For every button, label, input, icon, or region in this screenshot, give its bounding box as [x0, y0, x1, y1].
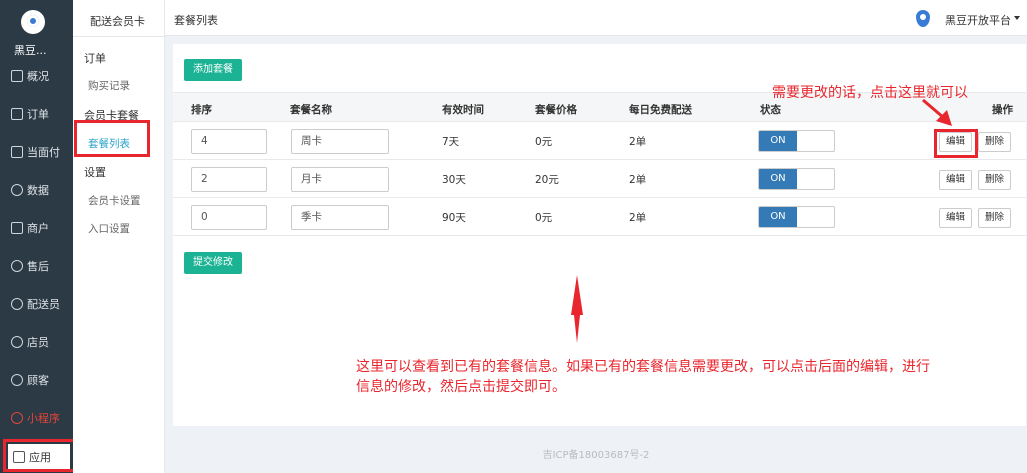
- duration-value: 7天: [442, 136, 460, 148]
- toggle-on-label: ON: [759, 131, 797, 151]
- duration-value: 90天: [442, 212, 466, 224]
- courier-icon: [11, 298, 23, 310]
- sidebar-item-after-sales[interactable]: 售后: [0, 253, 73, 279]
- platform-menu[interactable]: 黑豆开放平台: [945, 12, 1011, 28]
- main-sidebar: 黑豆... 概况 订单 当面付 数据 商户 售后 配送员 店员 顾客 小程序 应…: [0, 0, 73, 473]
- sidebar-item-face-pay[interactable]: 当面付: [0, 139, 73, 165]
- sidebar-item-merchants[interactable]: 商户: [0, 215, 73, 241]
- price-value: 0元: [535, 212, 553, 224]
- divider: [73, 36, 165, 37]
- sidebar-item-couriers[interactable]: 配送员: [0, 291, 73, 317]
- chart-icon: [11, 184, 23, 196]
- add-package-button[interactable]: 添加套餐: [184, 59, 242, 81]
- miniprogram-icon: [11, 412, 23, 424]
- highlight-box-edit: [934, 129, 978, 158]
- annotation-info-line1: 这里可以查看到已有的套餐信息。如果已有的套餐信息需要更改，可以点击后面的编辑，进…: [356, 359, 930, 375]
- customer-icon: [11, 374, 23, 386]
- arrow-spike: [571, 275, 583, 343]
- sort-input[interactable]: 0: [191, 205, 267, 230]
- sub-group-orders: 订单: [84, 52, 106, 65]
- arrow-to-edit-icon: [922, 98, 952, 126]
- brand-name: 黑豆...: [14, 44, 47, 57]
- delete-button[interactable]: 删除: [978, 170, 1012, 190]
- secondary-sidebar: 配送会员卡 订单 购买记录 会员卡套餐 套餐列表 设置 会员卡设置 入口设置: [73, 0, 165, 473]
- col-header-status: 状态: [760, 104, 781, 116]
- delete-button[interactable]: 删除: [978, 132, 1012, 152]
- package-name-input[interactable]: 季卡: [291, 205, 389, 230]
- arrow-up-to-table-icon: [571, 275, 583, 343]
- sort-input[interactable]: 2: [191, 167, 267, 192]
- app-logo-icon[interactable]: [21, 10, 45, 34]
- sidebar-item-clerks[interactable]: 店员: [0, 329, 73, 355]
- icp-footer: 吉ICP备18003687号-2: [542, 450, 650, 461]
- col-header-price: 套餐价格: [535, 104, 577, 116]
- sort-input[interactable]: 4: [191, 129, 267, 154]
- status-toggle[interactable]: ON: [758, 206, 835, 228]
- module-title: 配送会员卡: [90, 15, 145, 28]
- edit-button[interactable]: 编辑: [939, 170, 973, 190]
- face-pay-icon: [11, 146, 23, 158]
- status-toggle[interactable]: ON: [758, 168, 835, 190]
- price-value: 20元: [535, 174, 559, 186]
- toggle-on-label: ON: [759, 169, 797, 189]
- toggle-on-label: ON: [759, 207, 797, 227]
- sub-link-entry-settings[interactable]: 入口设置: [88, 221, 130, 236]
- highlight-box-package-list: [74, 120, 150, 157]
- delete-button[interactable]: 删除: [978, 208, 1012, 228]
- page-title: 套餐列表: [174, 14, 218, 27]
- order-icon: [11, 108, 23, 120]
- daily-free-value: 2单: [629, 212, 647, 224]
- platform-logo-icon: [916, 10, 930, 27]
- top-bar: 套餐列表 黑豆开放平台: [165, 0, 1027, 36]
- col-header-name: 套餐名称: [290, 104, 332, 116]
- sub-group-settings: 设置: [84, 166, 106, 179]
- sidebar-item-miniprogram[interactable]: 小程序: [0, 405, 73, 431]
- arrow-shaft: [922, 98, 945, 120]
- col-header-duration: 有效时间: [442, 104, 484, 116]
- sidebar-item-customers[interactable]: 顾客: [0, 367, 73, 393]
- duration-value: 30天: [442, 174, 466, 186]
- clerk-icon: [11, 336, 23, 348]
- chevron-down-icon[interactable]: [1014, 16, 1020, 20]
- status-toggle[interactable]: ON: [758, 130, 835, 152]
- col-header-daily-free: 每日免费配送: [629, 104, 692, 116]
- after-sales-icon: [11, 260, 23, 272]
- col-header-sort: 排序: [191, 104, 212, 116]
- dashboard-icon: [11, 70, 23, 82]
- daily-free-value: 2单: [629, 136, 647, 148]
- sidebar-item-overview[interactable]: 概况: [0, 63, 73, 89]
- price-value: 0元: [535, 136, 553, 148]
- annotation-info-line2: 信息的修改，然后点击提交即可。: [356, 379, 566, 395]
- package-name-input[interactable]: 周卡: [291, 129, 389, 154]
- col-header-actions: 操作: [992, 104, 1013, 116]
- submit-changes-button[interactable]: 提交修改: [184, 252, 242, 274]
- edit-button[interactable]: 编辑: [939, 208, 973, 228]
- sidebar-item-data[interactable]: 数据: [0, 177, 73, 203]
- sub-link-card-settings[interactable]: 会员卡设置: [88, 193, 141, 208]
- sidebar-item-orders[interactable]: 订单: [0, 101, 73, 127]
- store-icon: [11, 222, 23, 234]
- table-row: 4 周卡 7天 0元 2单 ON 编辑 删除: [173, 122, 1026, 160]
- daily-free-value: 2单: [629, 174, 647, 186]
- table-row: 0 季卡 90天 0元 2单 ON 编辑 删除: [173, 198, 1026, 236]
- table-row: 2 月卡 30天 20元 2单 ON 编辑 删除: [173, 160, 1026, 198]
- sub-link-purchase-records[interactable]: 购买记录: [88, 78, 130, 93]
- package-name-input[interactable]: 月卡: [291, 167, 389, 192]
- highlight-box-apps: [3, 439, 80, 472]
